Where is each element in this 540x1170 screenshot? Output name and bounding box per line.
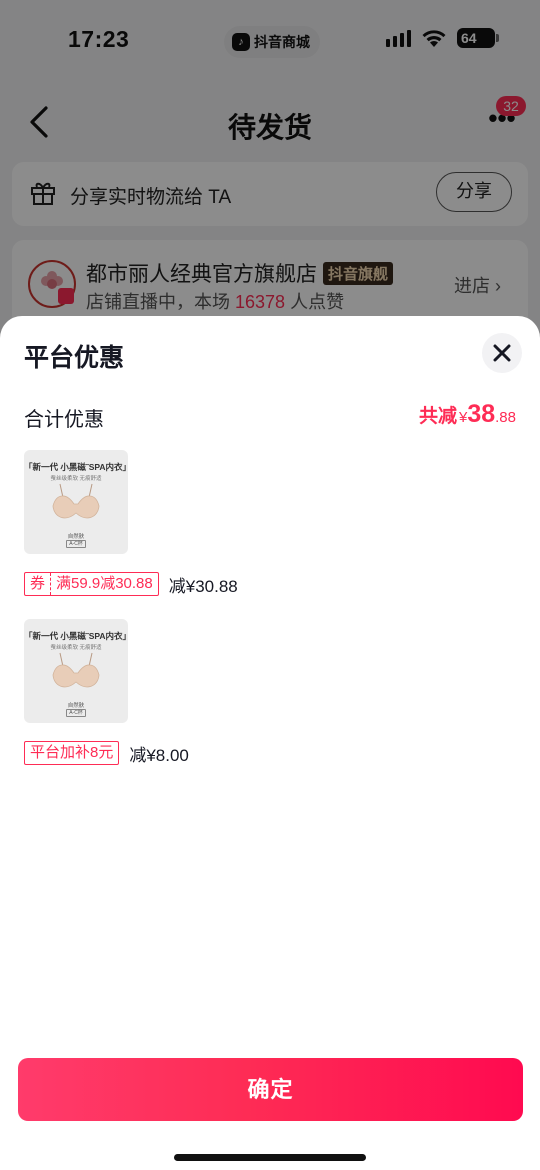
- total-currency: ¥: [458, 409, 468, 426]
- thumbnail-color: 自然肤: [67, 703, 85, 709]
- thumbnail-size: A-C杯: [66, 540, 86, 548]
- product-thumbnail[interactable]: 「新一代 小黑磁˜SPA内衣」 蚕丝级柔软 无痕舒适 自然肤 A-C杯: [24, 450, 128, 554]
- platform-subsidy-tag: 平台加补8元: [24, 741, 120, 765]
- thumbnail-color: 自然肤: [67, 534, 85, 540]
- discount-item: 「新一代 小黑磁˜SPA内衣」 蚕丝级柔软 无痕舒适 自然肤 A-C杯 券 满5…: [24, 450, 516, 596]
- total-discount-label: 合计优惠: [24, 409, 104, 431]
- thumbnail-size: A-C杯: [66, 709, 86, 717]
- promo-row: 平台加补8元 减¥8.00: [24, 741, 516, 765]
- reduce-amount: 减¥30.88: [168, 576, 238, 596]
- close-icon: [493, 344, 511, 362]
- close-button[interactable]: [482, 333, 522, 373]
- coupon-condition: 满59.9减30.88: [56, 575, 153, 592]
- total-discount-value: 共减 ¥ 38 .88: [419, 400, 516, 429]
- total-integer: 38: [467, 400, 496, 428]
- platform-discount-sheet: 平台优惠 合计优惠 共减 ¥ 38 .88 「新一代 小黑磁˜SPA内衣」 蚕丝…: [0, 316, 540, 1170]
- home-indicator[interactable]: [174, 1154, 366, 1161]
- discount-item: 「新一代 小黑磁˜SPA内衣」 蚕丝级柔软 无痕舒适 自然肤 A-C杯 平台加补…: [24, 619, 516, 765]
- sheet-title: 平台优惠: [24, 344, 125, 372]
- promo-row: 券 满59.9减30.88 减¥30.88: [24, 572, 516, 596]
- confirm-button[interactable]: 确定: [18, 1058, 523, 1121]
- thumbnail-caption: 「新一代 小黑磁˜SPA内衣」: [24, 631, 128, 641]
- thumbnail-caption: 「新一代 小黑磁˜SPA内衣」: [24, 462, 128, 472]
- product-thumbnail[interactable]: 「新一代 小黑磁˜SPA内衣」 蚕丝级柔软 无痕舒适 自然肤 A-C杯: [24, 619, 128, 723]
- total-prefix: 共减: [418, 406, 457, 427]
- total-discount-row: 合计优惠 共减 ¥ 38 .88: [24, 400, 516, 431]
- bra-product-image: [52, 483, 100, 519]
- bra-product-image: [52, 652, 100, 688]
- coupon-type: 券: [25, 573, 52, 595]
- coupon-tag: 券 满59.9减30.88: [24, 572, 159, 596]
- total-decimal: .88: [495, 409, 516, 426]
- reduce-amount: 减¥8.00: [129, 745, 189, 765]
